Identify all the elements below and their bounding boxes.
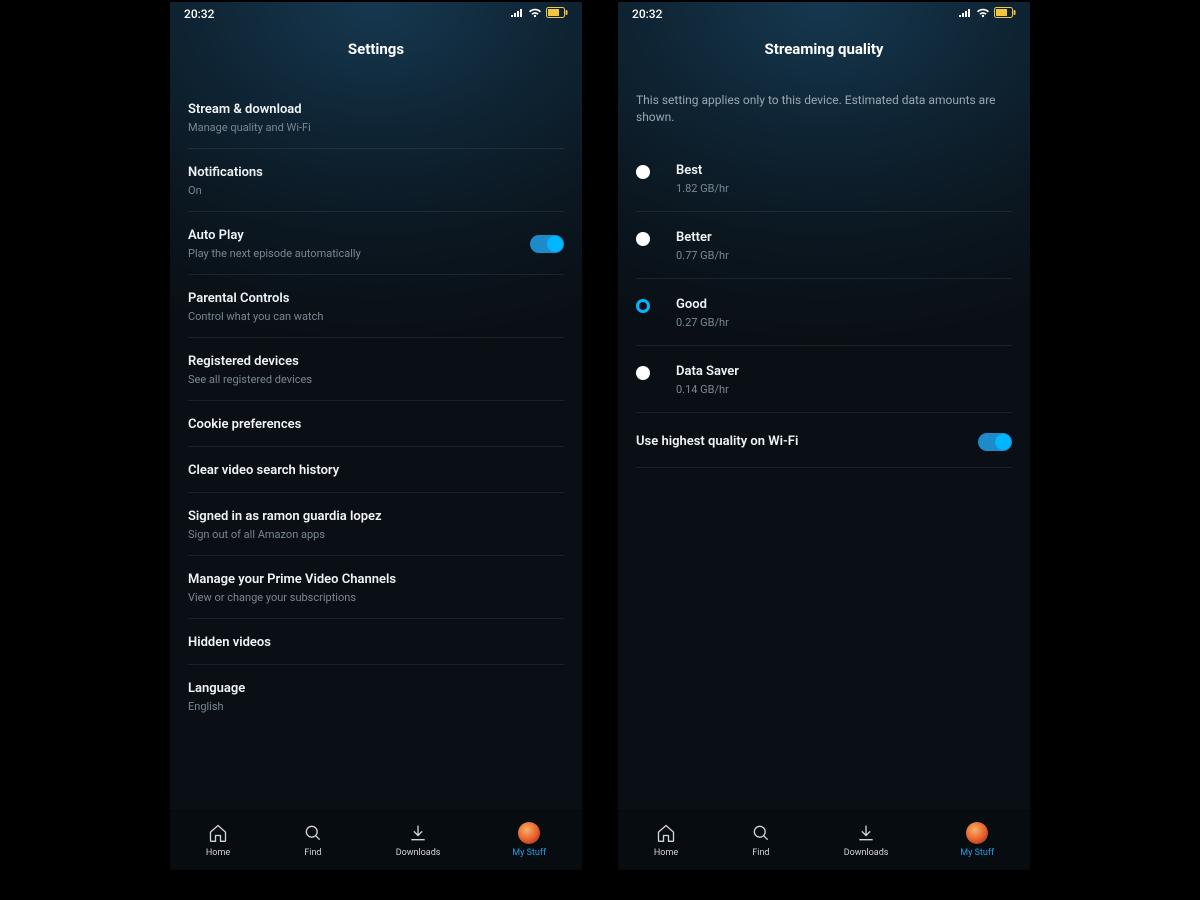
download-icon xyxy=(855,822,877,844)
row-sub: English xyxy=(188,700,245,713)
bottom-nav: Home Find Downloads My Stuff xyxy=(618,808,1030,870)
option-title: Good xyxy=(676,297,729,312)
phone-settings: 20:32 Settings Stream & download Manage … xyxy=(170,2,582,870)
auto-play-toggle[interactable] xyxy=(530,235,564,253)
wifi-label: Use highest quality on Wi-Fi xyxy=(636,434,798,449)
status-bar: 20:32 xyxy=(170,2,582,26)
row-sub: View or change your subscriptions xyxy=(188,591,396,604)
row-language[interactable]: Language English xyxy=(188,665,564,727)
option-sub: 0.27 GB/hr xyxy=(676,316,729,329)
radio-icon xyxy=(636,366,650,380)
row-parental-controls[interactable]: Parental Controls Control what you can w… xyxy=(188,275,564,338)
row-manage-channels[interactable]: Manage your Prime Video Channels View or… xyxy=(188,556,564,619)
option-title: Better xyxy=(676,230,729,245)
page-title: Streaming quality xyxy=(618,26,1030,86)
nav-label: Home xyxy=(206,848,230,858)
status-time: 20:32 xyxy=(632,7,662,21)
row-sub: Play the next episode automatically xyxy=(188,247,361,260)
bottom-nav: Home Find Downloads My Stuff xyxy=(170,808,582,870)
row-auto-play[interactable]: Auto Play Play the next episode automati… xyxy=(188,212,564,275)
row-hidden-videos[interactable]: Hidden videos xyxy=(188,619,564,665)
nav-label: Find xyxy=(752,848,769,858)
row-highest-quality-wifi[interactable]: Use highest quality on Wi-Fi xyxy=(636,413,1012,468)
row-title: Hidden videos xyxy=(188,635,271,650)
battery-icon xyxy=(546,7,568,21)
battery-icon xyxy=(994,7,1016,21)
quality-option-good[interactable]: Good 0.27 GB/hr xyxy=(636,279,1012,346)
row-signed-in[interactable]: Signed in as ramon guardia lopez Sign ou… xyxy=(188,493,564,556)
status-icons xyxy=(958,7,1016,21)
phone-streaming-quality: 20:32 Streaming quality This setting app… xyxy=(618,2,1030,870)
nav-downloads[interactable]: Downloads xyxy=(396,822,441,858)
status-icons xyxy=(510,7,568,21)
quality-option-best[interactable]: Best 1.82 GB/hr xyxy=(636,145,1012,212)
quality-description: This setting applies only to this device… xyxy=(636,86,1012,145)
nav-my-stuff[interactable]: My Stuff xyxy=(512,822,546,858)
row-title: Manage your Prime Video Channels xyxy=(188,572,396,587)
row-stream-download[interactable]: Stream & download Manage quality and Wi-… xyxy=(188,86,564,149)
page-title: Settings xyxy=(170,26,582,86)
row-title: Registered devices xyxy=(188,354,312,369)
avatar-icon xyxy=(518,822,540,844)
row-title: Cookie preferences xyxy=(188,417,301,432)
avatar-icon xyxy=(966,822,988,844)
wifi-icon xyxy=(976,7,990,21)
row-cookie-preferences[interactable]: Cookie preferences xyxy=(188,401,564,447)
row-registered-devices[interactable]: Registered devices See all registered de… xyxy=(188,338,564,401)
home-icon xyxy=(207,822,229,844)
download-icon xyxy=(407,822,429,844)
radio-icon xyxy=(636,232,650,246)
home-icon xyxy=(655,822,677,844)
nav-label: Downloads xyxy=(844,848,889,858)
row-sub: See all registered devices xyxy=(188,373,312,386)
quality-content: This setting applies only to this device… xyxy=(618,86,1030,808)
signal-icon xyxy=(510,7,524,21)
option-sub: 0.77 GB/hr xyxy=(676,249,729,262)
row-title: Stream & download xyxy=(188,102,311,117)
option-title: Data Saver xyxy=(676,364,739,379)
row-sub: On xyxy=(188,184,263,197)
nav-label: Downloads xyxy=(396,848,441,858)
status-bar: 20:32 xyxy=(618,2,1030,26)
wifi-quality-toggle[interactable] xyxy=(978,433,1012,451)
radio-icon-selected xyxy=(636,299,650,313)
option-sub: 1.82 GB/hr xyxy=(676,182,729,195)
wifi-icon xyxy=(528,7,542,21)
row-sub: Manage quality and Wi-Fi xyxy=(188,121,311,134)
quality-option-better[interactable]: Better 0.77 GB/hr xyxy=(636,212,1012,279)
nav-find[interactable]: Find xyxy=(302,822,324,858)
row-title: Auto Play xyxy=(188,228,361,243)
option-title: Best xyxy=(676,163,729,178)
nav-label: Find xyxy=(304,848,321,858)
nav-my-stuff[interactable]: My Stuff xyxy=(960,822,994,858)
row-title: Signed in as ramon guardia lopez xyxy=(188,509,382,524)
nav-find[interactable]: Find xyxy=(750,822,772,858)
signal-icon xyxy=(958,7,972,21)
quality-option-data-saver[interactable]: Data Saver 0.14 GB/hr xyxy=(636,346,1012,413)
radio-icon xyxy=(636,165,650,179)
row-sub: Sign out of all Amazon apps xyxy=(188,528,382,541)
option-sub: 0.14 GB/hr xyxy=(676,383,739,396)
nav-label: My Stuff xyxy=(512,848,546,858)
status-time: 20:32 xyxy=(184,7,214,21)
row-title: Language xyxy=(188,681,245,696)
row-notifications[interactable]: Notifications On xyxy=(188,149,564,212)
settings-list: Stream & download Manage quality and Wi-… xyxy=(170,86,582,808)
row-title: Notifications xyxy=(188,165,263,180)
nav-home[interactable]: Home xyxy=(654,822,678,858)
row-title: Clear video search history xyxy=(188,463,339,478)
nav-label: Home xyxy=(654,848,678,858)
row-title: Parental Controls xyxy=(188,291,323,306)
row-clear-history[interactable]: Clear video search history xyxy=(188,447,564,493)
nav-label: My Stuff xyxy=(960,848,994,858)
nav-downloads[interactable]: Downloads xyxy=(844,822,889,858)
search-icon xyxy=(302,822,324,844)
search-icon xyxy=(750,822,772,844)
nav-home[interactable]: Home xyxy=(206,822,230,858)
row-sub: Control what you can watch xyxy=(188,310,323,323)
